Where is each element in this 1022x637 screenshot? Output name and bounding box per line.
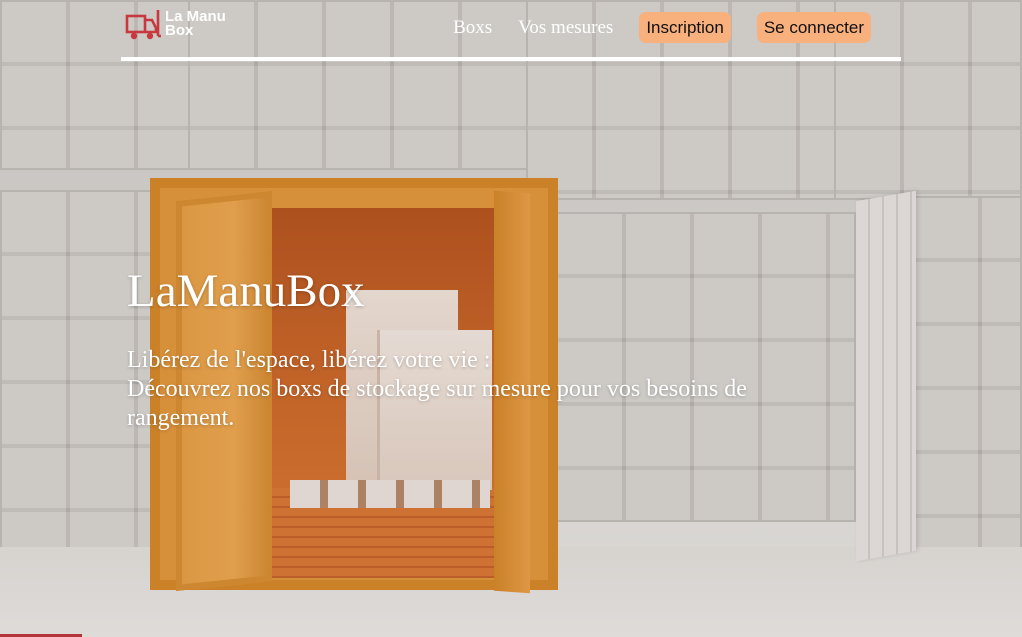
main-nav: Boxs Vos mesures Inscription Se connecte… (453, 12, 871, 43)
logo-wordmark: La Manu Box (165, 9, 226, 39)
hero-section: LaManuBox Libérez de l'espace, libérez v… (127, 262, 827, 433)
hero-title: LaManuBox (127, 265, 365, 317)
nav-link-boxs[interactable]: Boxs (453, 17, 492, 39)
nav-link-vos-mesures[interactable]: Vos mesures (518, 17, 613, 39)
hero-tagline-line-1: Libérez de l'espace, libérez votre vie : (127, 347, 491, 373)
hero-tagline: Libérez de l'espace, libérez votre vie :… (127, 346, 827, 433)
login-button[interactable]: Se connecter (756, 12, 871, 43)
forklift-icon (125, 10, 161, 40)
hero-tagline-line-2: Découvrez nos boxs de stockage sur mesur… (127, 376, 747, 431)
logo-link[interactable]: La Manu Box (125, 6, 226, 42)
site-header: La Manu Box Boxs Vos mesures Inscription… (121, 0, 901, 61)
inscription-button[interactable]: Inscription (639, 12, 731, 43)
logo-line-2: Box (165, 22, 194, 39)
